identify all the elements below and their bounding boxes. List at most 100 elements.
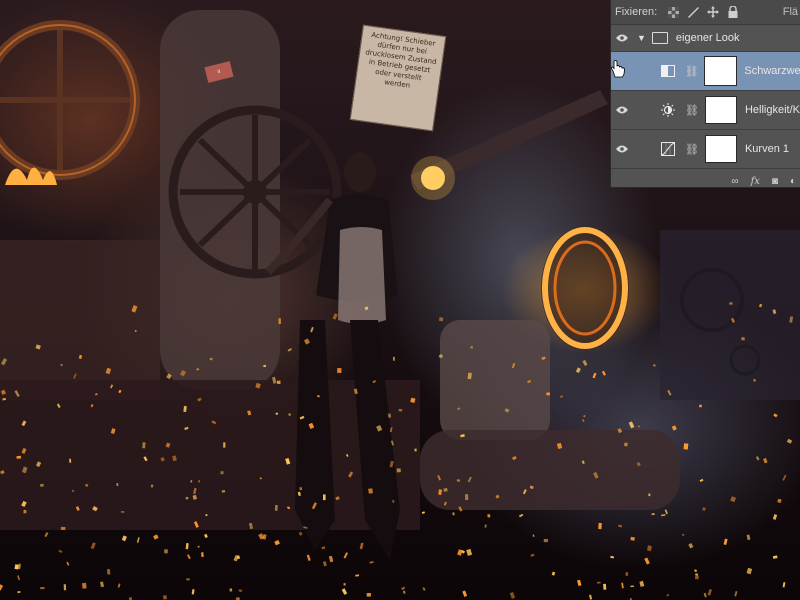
spark	[707, 588, 712, 596]
spark	[466, 548, 473, 556]
spark	[90, 404, 94, 408]
spark	[582, 359, 588, 366]
spark	[120, 510, 125, 513]
spark	[522, 489, 527, 495]
spark	[118, 389, 122, 394]
spark	[688, 543, 694, 549]
spark	[299, 486, 303, 491]
spark	[229, 588, 233, 592]
spark	[637, 425, 640, 428]
spark	[457, 407, 461, 411]
spark	[559, 395, 564, 398]
spark	[597, 581, 601, 584]
link-icon[interactable]: ∞	[731, 176, 738, 187]
spark	[543, 538, 548, 543]
layer-row-brightness[interactable]: ⛓ Helligkeit/K	[611, 91, 800, 130]
spark	[0, 358, 8, 366]
lock-label: Fixieren:	[615, 6, 658, 18]
spark	[699, 404, 702, 408]
lock-position-icon[interactable]	[707, 6, 720, 18]
spark	[703, 592, 707, 598]
spark	[583, 414, 586, 418]
layers-panel: Fixieren: Flä ▼ eigener Look ⛓ Schwarzwe	[610, 0, 800, 188]
lock-image-pixels-icon[interactable]	[687, 6, 700, 18]
spark	[66, 561, 70, 566]
spark	[220, 471, 224, 475]
spark	[551, 571, 556, 576]
spark	[577, 579, 582, 587]
spark	[63, 584, 67, 591]
spark	[316, 395, 320, 398]
spark	[343, 552, 348, 559]
spark	[248, 522, 254, 530]
spark	[782, 582, 786, 588]
spark	[730, 496, 737, 503]
spark	[364, 306, 369, 311]
expand-arrow-icon[interactable]: ▼	[637, 33, 646, 43]
layer-row-black-white[interactable]: ⛓ Schwarzwe	[611, 52, 800, 91]
spark	[21, 420, 27, 427]
spark	[21, 500, 27, 507]
layer-mask-thumbnail[interactable]	[703, 56, 738, 86]
spark	[438, 317, 444, 322]
spark	[272, 376, 277, 384]
spark	[17, 591, 21, 594]
lock-transparent-pixels-icon[interactable]	[667, 6, 679, 18]
spark	[422, 587, 426, 591]
spark	[772, 555, 778, 559]
spark	[682, 533, 685, 536]
lock-all-icon[interactable]	[727, 6, 739, 18]
link-chain-icon[interactable]: ⛓	[685, 104, 699, 117]
spark	[392, 500, 395, 503]
eye-icon[interactable]	[611, 103, 633, 117]
spark	[341, 588, 348, 595]
spark	[546, 392, 551, 396]
spark	[651, 513, 655, 516]
spark	[192, 494, 198, 500]
adjustment-icon[interactable]: ◐	[790, 176, 796, 187]
spark	[401, 586, 406, 590]
spark	[575, 367, 581, 374]
eye-icon[interactable]	[611, 31, 633, 45]
folder-icon	[651, 32, 668, 44]
spark	[556, 442, 563, 449]
spark	[303, 526, 308, 529]
spark	[84, 483, 89, 488]
layer-mask-thumbnail[interactable]	[704, 96, 737, 124]
spark	[504, 408, 510, 413]
eye-icon[interactable]	[611, 142, 633, 156]
spark	[274, 504, 278, 511]
spark	[335, 496, 340, 501]
fx-icon[interactable]: fx	[751, 176, 760, 187]
spark	[60, 526, 66, 530]
spark	[196, 368, 200, 371]
spark	[165, 442, 171, 448]
layer-name: Schwarzwe	[744, 65, 800, 77]
spark	[667, 389, 672, 396]
spark	[58, 549, 63, 554]
spark	[211, 420, 217, 425]
spark	[17, 575, 21, 581]
spark	[464, 494, 469, 501]
spark	[186, 578, 190, 581]
lock-row: Fixieren: Flä	[611, 0, 800, 25]
layer-mask-thumbnail[interactable]	[704, 135, 737, 163]
spark	[92, 505, 98, 512]
spark	[204, 533, 208, 538]
link-chain-icon[interactable]: ⛓	[685, 143, 699, 156]
spark	[106, 568, 111, 575]
spark	[443, 487, 448, 492]
mask-icon[interactable]: ◙	[772, 176, 778, 187]
spark	[90, 542, 96, 550]
link-chain-icon[interactable]: ⛓	[685, 65, 699, 78]
spark	[0, 584, 4, 591]
spark	[286, 506, 291, 510]
spark	[187, 554, 191, 560]
spark	[671, 425, 677, 431]
spark	[348, 471, 354, 478]
spark	[197, 397, 202, 402]
spark	[460, 434, 465, 438]
layer-group-row[interactable]: ▼ eigener Look	[611, 25, 800, 52]
layer-row-curves[interactable]: ⛓ Kurven 1	[611, 130, 800, 169]
spark	[78, 354, 82, 359]
